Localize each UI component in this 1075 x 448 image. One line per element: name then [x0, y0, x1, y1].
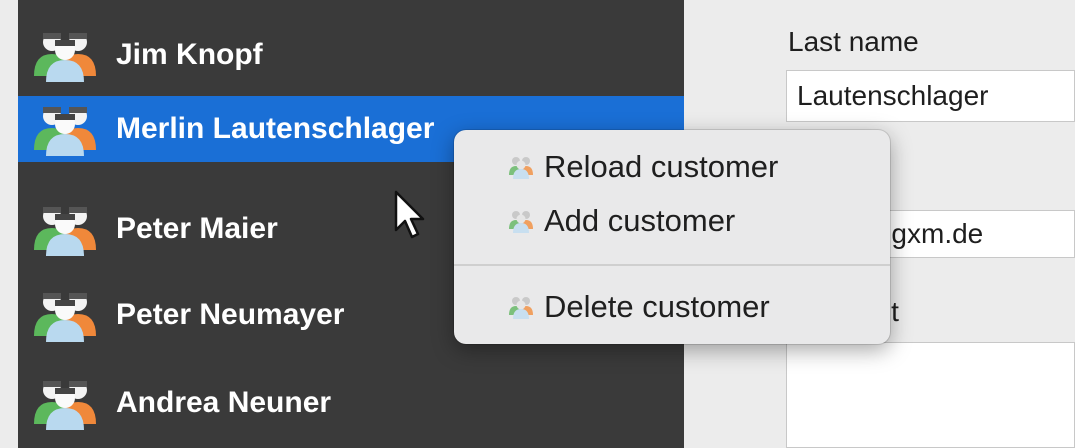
app-window: Jim Knopf Merlin Lautenschlager Peter Ma…	[0, 0, 1075, 448]
mouse-cursor-icon	[394, 190, 425, 239]
customers-icon	[30, 202, 100, 256]
comment-textarea[interactable]	[786, 342, 1075, 448]
customer-name: Peter Maier	[116, 212, 278, 245]
customer-name: Merlin Lautenschlager	[116, 112, 435, 145]
menu-item-reload-customer[interactable]: Reload customer	[454, 142, 890, 192]
customers-icon	[30, 288, 100, 342]
menu-item-add-customer[interactable]: Add customer	[454, 196, 890, 246]
last-name-label: Last name	[788, 26, 919, 57]
customers-icon	[509, 157, 533, 179]
last-name-field[interactable]: Lautenschlager	[786, 70, 1075, 122]
context-menu: Reload customer Add customer Delete cust…	[454, 130, 890, 344]
menu-separator	[454, 264, 890, 266]
customer-name: Peter Neumayer	[116, 298, 345, 331]
menu-item-delete-customer[interactable]: Delete customer	[454, 282, 890, 332]
customers-icon	[30, 28, 100, 82]
customer-name: Andrea Neuner	[116, 386, 332, 419]
list-item[interactable]: Andrea Neuner	[18, 370, 684, 436]
menu-label: Delete customer	[544, 289, 770, 324]
customers-icon	[509, 297, 533, 319]
customer-name: Jim Knopf	[116, 38, 263, 71]
menu-label: Add customer	[544, 203, 736, 238]
customers-icon	[509, 211, 533, 233]
list-item[interactable]: Jim Knopf	[18, 22, 684, 88]
last-name-value: Lautenschlager	[797, 80, 989, 111]
menu-label: Reload customer	[544, 149, 779, 184]
customers-icon	[30, 102, 100, 156]
customers-icon	[30, 376, 100, 430]
